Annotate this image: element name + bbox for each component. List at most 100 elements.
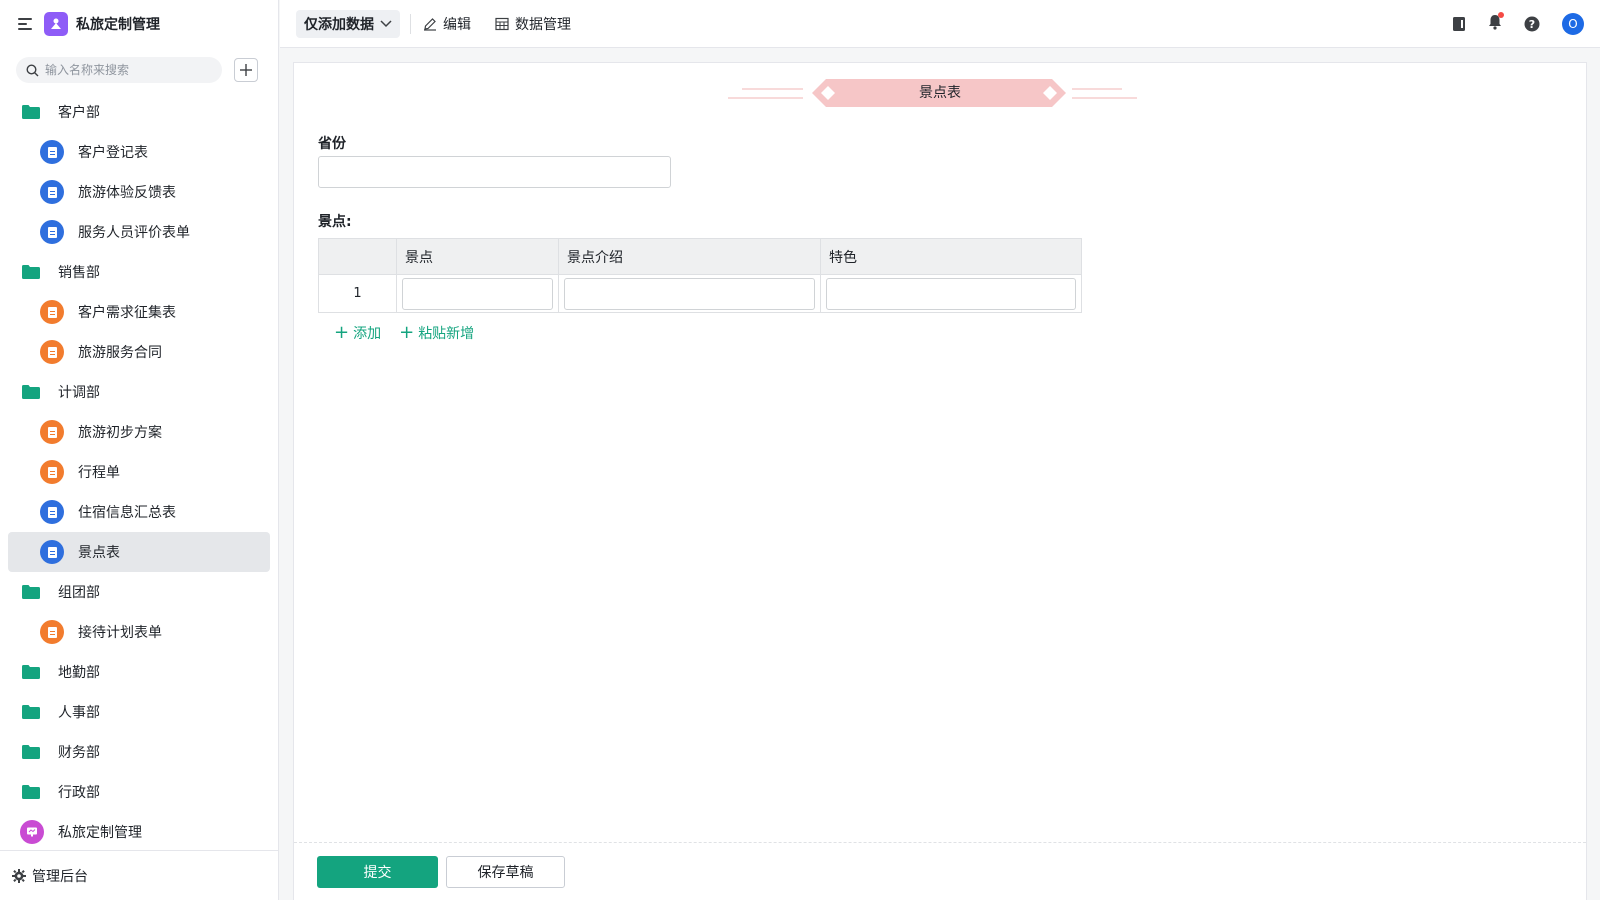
folder-item[interactable]: 组团部 — [0, 572, 278, 612]
data-manage-label: 数据管理 — [515, 16, 571, 33]
edit-button[interactable]: 编辑 — [423, 14, 471, 34]
subtable-column-header: 景点 — [396, 238, 559, 275]
subtable-column-header: 特色 — [820, 238, 1082, 275]
folder-item[interactable]: 销售部 — [0, 252, 278, 292]
tree-item-label: 计调部 — [58, 385, 100, 401]
form-icon — [40, 180, 64, 204]
tree-item-label: 地勤部 — [58, 665, 100, 681]
subtable-actions: + 添加 + 粘贴新增 — [334, 323, 474, 343]
folder-item[interactable]: 计调部 — [0, 372, 278, 412]
folder-icon — [22, 105, 40, 119]
form-item[interactable]: 住宿信息汇总表 — [0, 492, 278, 532]
gear-icon — [12, 868, 26, 883]
app-logo-icon — [44, 12, 68, 36]
folder-icon — [22, 265, 40, 279]
sidebar-header: 私旅定制管理 — [0, 0, 278, 48]
subtable-column-header: 景点介绍 — [558, 238, 821, 275]
form-item[interactable]: 旅游初步方案 — [0, 412, 278, 452]
tree-item-label: 组团部 — [58, 585, 100, 601]
add-row-label: 添加 — [353, 326, 382, 342]
add-row-button[interactable]: + 添加 — [334, 323, 381, 343]
tree-item-label: 行政部 — [58, 785, 100, 801]
app-title: 私旅定制管理 — [76, 17, 160, 33]
form-item[interactable]: 客户需求征集表 — [0, 292, 278, 332]
tree-item-label: 行程单 — [78, 465, 120, 481]
search-icon — [26, 63, 39, 76]
search-input[interactable] — [45, 63, 205, 77]
user-avatar[interactable]: O — [1562, 13, 1584, 35]
tree-item-label: 客户部 — [58, 105, 100, 121]
form-icon — [40, 140, 64, 164]
help-icon[interactable]: ? — [1524, 16, 1540, 32]
form-item[interactable]: 接待计划表单 — [0, 612, 278, 652]
form-item[interactable]: 行程单 — [0, 452, 278, 492]
table-row: 1 — [318, 274, 1082, 313]
folder-item[interactable]: 人事部 — [0, 692, 278, 732]
plus-icon — [240, 64, 252, 76]
form-icon — [40, 300, 64, 324]
tree-item-label: 旅游初步方案 — [78, 425, 162, 441]
tree-item-label: 服务人员评价表单 — [78, 225, 190, 241]
form-icon — [40, 220, 64, 244]
mode-select-label: 仅添加数据 — [304, 16, 374, 33]
province-field[interactable] — [318, 156, 671, 188]
form-title-banner: 景点表 — [294, 79, 1586, 107]
form-item[interactable]: 客户登记表 — [0, 132, 278, 172]
notebook-icon[interactable] — [1452, 16, 1466, 32]
form-item[interactable]: 旅游体验反馈表 — [0, 172, 278, 212]
form-item[interactable]: 旅游服务合同 — [0, 332, 278, 372]
province-label: 省份 — [318, 136, 346, 152]
top-toolbar: 仅添加数据 编辑 数据管理 ? O — [280, 0, 1600, 48]
table-cell — [558, 274, 821, 313]
folder-icon — [22, 665, 40, 679]
form-item[interactable]: 景点表 — [8, 532, 270, 572]
form-card: 景点表 省份 景点: 景点 景点介绍 特色 1 + 添加 + 粘贴新增 提交 保… — [293, 62, 1587, 900]
folder-icon — [22, 385, 40, 399]
add-item-button[interactable] — [234, 58, 258, 82]
notification-dot — [1498, 12, 1504, 18]
province-input[interactable] — [319, 157, 670, 187]
edit-label: 编辑 — [443, 16, 471, 33]
form-icon — [40, 500, 64, 524]
admin-console-link[interactable]: 管理后台 — [0, 850, 278, 900]
tree-item-label: 客户需求征集表 — [78, 305, 176, 321]
sidebar: 私旅定制管理 客户部客户登记表旅游体验反馈表服务人员评价表单销售部客户需求征集表… — [0, 0, 279, 900]
mode-select[interactable]: 仅添加数据 — [296, 9, 400, 38]
form-title: 景点表 — [919, 85, 961, 101]
admin-console-label: 管理后台 — [32, 868, 88, 885]
scenic-spot-input[interactable] — [402, 277, 553, 310]
scenic-intro-input[interactable] — [564, 277, 815, 310]
folder-item[interactable]: 地勤部 — [0, 652, 278, 692]
app-item[interactable]: 私旅定制管理 — [0, 812, 278, 852]
tree-item-label: 财务部 — [58, 745, 100, 761]
folder-item[interactable]: 行政部 — [0, 772, 278, 812]
menu-toggle-icon[interactable] — [18, 18, 32, 30]
tree-item-label: 接待计划表单 — [78, 625, 162, 641]
toolbar-divider — [410, 13, 411, 34]
tree-item-label: 人事部 — [58, 705, 100, 721]
subtable-index-header — [318, 238, 397, 275]
data-manage-button[interactable]: 数据管理 — [495, 14, 571, 34]
plus-icon: + — [399, 322, 415, 343]
toolbar-right-group: ? O — [1452, 0, 1584, 48]
scenic-subtable-label: 景点: — [318, 214, 352, 230]
tree-item-label: 销售部 — [58, 265, 100, 281]
table-icon — [495, 17, 509, 30]
notifications-button[interactable] — [1488, 12, 1504, 34]
form-item[interactable]: 服务人员评价表单 — [0, 212, 278, 252]
folder-item[interactable]: 客户部 — [0, 92, 278, 132]
tree-item-label: 景点表 — [78, 545, 120, 561]
paste-add-button[interactable]: + 粘贴新增 — [399, 323, 474, 343]
table-cell — [821, 275, 1082, 313]
submit-button[interactable]: 提交 — [317, 855, 438, 888]
folder-item[interactable]: 财务部 — [0, 732, 278, 772]
form-icon — [40, 540, 64, 564]
feature-input[interactable] — [826, 277, 1076, 310]
save-draft-button[interactable]: 保存草稿 — [446, 855, 565, 888]
app-icon — [20, 820, 44, 844]
chevron-down-icon — [380, 19, 392, 27]
table-cell — [396, 274, 559, 313]
pencil-icon — [424, 17, 436, 31]
form-icon — [40, 460, 64, 484]
tree-item-label: 旅游体验反馈表 — [78, 185, 176, 201]
